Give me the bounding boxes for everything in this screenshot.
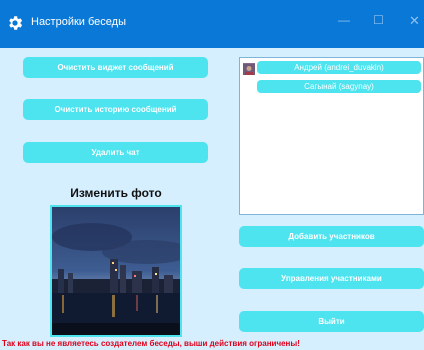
- clear-message-history-button[interactable]: Очистить историю сообщений: [23, 99, 208, 120]
- gear-icon: [9, 16, 23, 30]
- add-members-button[interactable]: Добавить участников: [239, 226, 424, 247]
- permission-warning: Так как вы не являетесь создателем бесед…: [2, 339, 300, 348]
- city-night-image: [52, 207, 180, 335]
- minimize-button[interactable]: —: [338, 13, 350, 27]
- maximize-button[interactable]: ☐: [373, 13, 384, 27]
- delete-chat-button[interactable]: Удалить чат: [23, 142, 208, 163]
- clear-message-widget-button[interactable]: Очистить виджет сообщений: [23, 57, 208, 78]
- chat-photo[interactable]: [50, 205, 182, 337]
- close-button[interactable]: ✕: [409, 13, 420, 29]
- title-bar: Настройки беседы — ☐ ✕: [0, 0, 424, 48]
- exit-button[interactable]: Выйти: [239, 311, 424, 332]
- member-item[interactable]: Андрей (andrei_duvakin): [257, 61, 421, 74]
- members-list[interactable]: Андрей (andrei_duvakin) Сагынай (sagynay…: [239, 57, 424, 215]
- change-photo-label: Изменить фото: [70, 186, 162, 200]
- window-title: Настройки беседы: [31, 16, 126, 28]
- manage-members-button[interactable]: Управления участниками: [239, 268, 424, 289]
- avatar: [243, 63, 255, 75]
- member-item[interactable]: Сагынай (sagynay): [257, 80, 421, 93]
